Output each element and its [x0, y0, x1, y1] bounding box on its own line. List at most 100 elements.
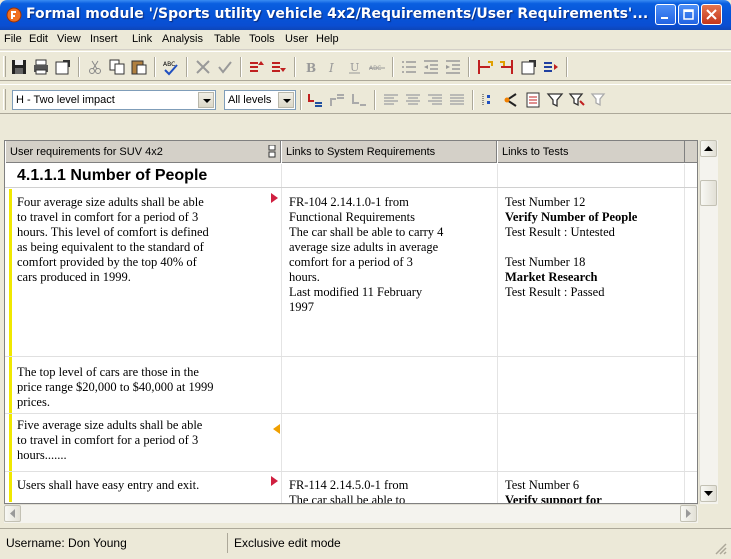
- align-left-icon[interactable]: [382, 91, 400, 109]
- view-toolbar: H - Two level impact All levels: [0, 84, 731, 114]
- save-icon[interactable]: [10, 58, 28, 76]
- minimize-button[interactable]: [655, 4, 676, 25]
- incoming-link-icon[interactable]: [273, 424, 280, 434]
- filter-icon[interactable]: [546, 91, 564, 109]
- scroll-down-button[interactable]: [700, 485, 717, 502]
- system-link-text[interactable]: FR-104 2.14.1.0-1 from Functional Requir…: [289, 195, 443, 315]
- link-end-icon[interactable]: [498, 58, 516, 76]
- requirement-text[interactable]: Users shall have easy entry and exit.: [17, 478, 199, 493]
- align-right-icon[interactable]: [426, 91, 444, 109]
- level-down-icon[interactable]: [306, 91, 324, 109]
- paste-icon[interactable]: [130, 58, 148, 76]
- toolbar-separator: [374, 90, 376, 110]
- follow-link-icon[interactable]: [542, 58, 560, 76]
- title-bar[interactable]: Formal module '/Sports utility vehicle 4…: [0, 0, 731, 30]
- close-button[interactable]: [701, 4, 722, 25]
- requirement-text[interactable]: The top level of cars are those in the p…: [17, 365, 213, 410]
- italic-icon[interactable]: I: [324, 58, 342, 76]
- requirement-text[interactable]: Five average size adults shall be able t…: [17, 418, 202, 463]
- accept-icon[interactable]: [216, 58, 234, 76]
- text-line: comfort for a period of 3: [289, 255, 413, 269]
- copy-icon[interactable]: [108, 58, 126, 76]
- discard-icon[interactable]: [194, 58, 212, 76]
- requirement-text[interactable]: Four average size adults shall be able t…: [17, 195, 209, 285]
- text-line: The car shall be able to: [289, 493, 406, 504]
- demote-icon[interactable]: [350, 91, 368, 109]
- strikethrough-icon[interactable]: ABC: [368, 58, 386, 76]
- scroll-thumb[interactable]: [700, 180, 717, 206]
- properties-icon[interactable]: [54, 58, 72, 76]
- menu-user[interactable]: User: [285, 33, 308, 45]
- svg-text:U: U: [350, 61, 359, 74]
- menu-file[interactable]: File: [4, 33, 22, 45]
- bold-icon[interactable]: B: [302, 58, 320, 76]
- menu-edit[interactable]: Edit: [29, 33, 48, 45]
- outgoing-link-icon[interactable]: [271, 476, 278, 486]
- show-outline-icon[interactable]: [480, 91, 498, 109]
- toolbar-grip[interactable]: [3, 56, 6, 77]
- underline-icon[interactable]: U: [346, 58, 364, 76]
- heading-row[interactable]: 4.1.1.1 Number of People: [5, 164, 697, 188]
- menu-help[interactable]: Help: [316, 33, 339, 45]
- menu-table[interactable]: Table: [214, 33, 240, 45]
- maximize-button[interactable]: [678, 4, 699, 25]
- toolbar-separator: [472, 90, 474, 110]
- horizontal-scrollbar[interactable]: [4, 504, 698, 523]
- scroll-left-button[interactable]: [4, 505, 21, 522]
- justify-icon[interactable]: [448, 91, 466, 109]
- toolbar-grip[interactable]: [3, 89, 6, 110]
- menu-link[interactable]: Link: [132, 33, 152, 45]
- spell-check-icon[interactable]: ABC: [162, 58, 180, 76]
- column-resize-icon[interactable]: [268, 145, 276, 158]
- text-line: The top level of cars are those in the: [17, 365, 199, 379]
- align-center-icon[interactable]: [404, 91, 422, 109]
- change-bars-icon[interactable]: [524, 91, 542, 109]
- scroll-right-button[interactable]: [680, 505, 697, 522]
- test-link-text[interactable]: Test Number 6 Verify support for: [505, 478, 602, 503]
- view-select-value: H - Two level impact: [16, 94, 115, 106]
- insert-object-above-icon[interactable]: [248, 58, 266, 76]
- text-line: price range $20,000 to $40,000 at 1999: [17, 380, 214, 394]
- levels-select[interactable]: All levels: [224, 90, 296, 110]
- print-icon[interactable]: [32, 58, 50, 76]
- show-links-icon[interactable]: [502, 91, 520, 109]
- text-line: Test Number 18: [505, 255, 586, 269]
- view-select[interactable]: H - Two level impact: [12, 90, 216, 110]
- outgoing-link-icon[interactable]: [271, 193, 278, 203]
- menu-analysis[interactable]: Analysis: [162, 33, 203, 45]
- bullet-list-icon[interactable]: [400, 58, 418, 76]
- column-header-user-requirements[interactable]: User requirements for SUV 4x2: [5, 141, 281, 163]
- menu-insert[interactable]: Insert: [90, 33, 118, 45]
- text-line: Functional Requirements: [289, 210, 416, 224]
- advanced-filter-icon[interactable]: [568, 91, 586, 109]
- clear-filter-icon[interactable]: [590, 91, 608, 109]
- module-grid[interactable]: User requirements for SUV 4x2 Links to S…: [4, 140, 698, 504]
- level-up-icon[interactable]: [328, 91, 346, 109]
- window-title: Formal module '/Sports utility vehicle 4…: [26, 6, 649, 22]
- table-row[interactable]: Users shall have easy entry and exit. FR…: [5, 472, 697, 504]
- text-line: Test Result : Untested: [505, 225, 615, 239]
- scroll-up-button[interactable]: [700, 140, 717, 157]
- insert-object-below-icon[interactable]: [270, 58, 288, 76]
- chevron-down-icon[interactable]: [198, 92, 214, 108]
- text-line: average size adults in average: [289, 240, 439, 254]
- vertical-scrollbar[interactable]: [699, 140, 718, 504]
- status-edit-mode: Exclusive edit mode: [234, 536, 341, 550]
- table-row[interactable]: The top level of cars are those in the p…: [5, 357, 697, 414]
- test-link-text[interactable]: Test Number 12 Verify Number of People T…: [505, 195, 637, 300]
- link-start-icon[interactable]: [476, 58, 494, 76]
- decrease-indent-icon[interactable]: [422, 58, 440, 76]
- column-header-system-links[interactable]: Links to System Requirements: [281, 141, 497, 163]
- menu-view[interactable]: View: [57, 33, 81, 45]
- edit-properties-icon[interactable]: [520, 58, 538, 76]
- column-header-tests-links[interactable]: Links to Tests: [497, 141, 685, 163]
- resize-grip-icon[interactable]: [713, 541, 727, 555]
- cut-icon[interactable]: [86, 58, 104, 76]
- table-row[interactable]: Five average size adults shall be able t…: [5, 414, 697, 472]
- increase-indent-icon[interactable]: [444, 58, 462, 76]
- system-link-text[interactable]: FR-114 2.14.5.0-1 from The car shall be …: [289, 478, 408, 504]
- menu-tools[interactable]: Tools: [249, 33, 275, 45]
- text-line: Four average size adults shall be able: [17, 195, 204, 209]
- table-row[interactable]: Four average size adults shall be able t…: [5, 189, 697, 357]
- chevron-down-icon[interactable]: [278, 92, 294, 108]
